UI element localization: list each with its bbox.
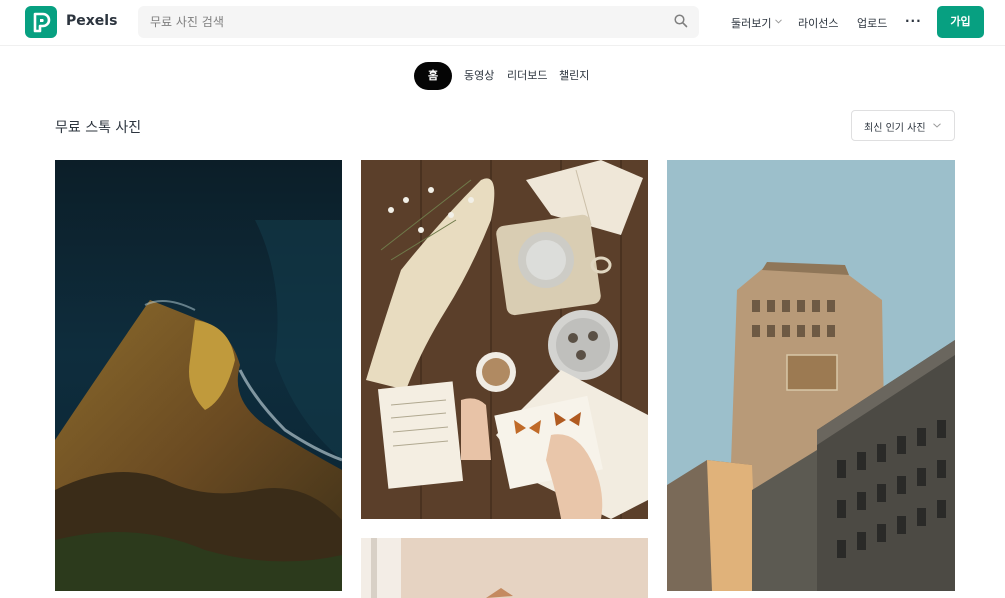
- photo-aerial-coast[interactable]: [55, 160, 342, 591]
- sort-dropdown[interactable]: 최신 인기 사진: [851, 110, 955, 141]
- chevron-down-icon: [775, 19, 782, 24]
- more-menu-button[interactable]: ···: [905, 14, 922, 28]
- tab-challenges[interactable]: 챌린지: [559, 67, 589, 83]
- pexels-logo-icon[interactable]: [25, 6, 57, 38]
- nav-upload[interactable]: 업로드: [857, 15, 887, 31]
- nav-browse[interactable]: 둘러보기: [731, 15, 771, 31]
- brand-name[interactable]: Pexels: [66, 13, 117, 29]
- sort-dropdown-label: 최신 인기 사진: [864, 123, 926, 134]
- photo-building[interactable]: [667, 160, 955, 591]
- search-bar[interactable]: [138, 6, 699, 38]
- tab-leaderboard[interactable]: 리더보드: [507, 67, 547, 83]
- photo-table-flatlay[interactable]: [361, 160, 648, 519]
- top-navbar: Pexels 둘러보기 라이선스 업로드 ··· 가입: [0, 0, 1005, 46]
- chevron-down-icon: [933, 123, 941, 128]
- search-input[interactable]: [150, 12, 650, 32]
- nav-license[interactable]: 라이선스: [798, 15, 838, 31]
- section-title: 무료 스톡 사진: [55, 120, 142, 136]
- tab-videos[interactable]: 동영상: [464, 67, 494, 83]
- photo-partial[interactable]: [361, 538, 648, 598]
- join-button[interactable]: 가입: [937, 6, 984, 38]
- tab-home[interactable]: 홈: [414, 62, 452, 90]
- search-icon[interactable]: [674, 14, 688, 28]
